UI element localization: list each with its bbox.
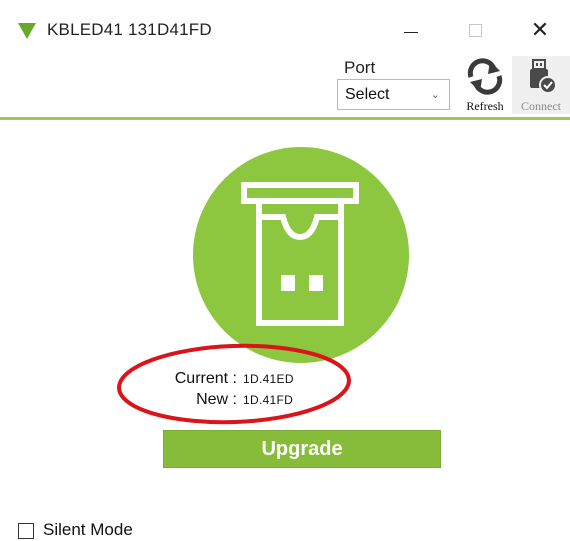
minimize-button[interactable]	[388, 12, 434, 48]
close-button[interactable]: ✕	[517, 12, 563, 48]
title-bar[interactable]: KBLED41 131D41FD ✕	[0, 0, 570, 60]
app-logo-icon	[18, 23, 36, 39]
connect-button[interactable]: Connect	[512, 56, 570, 114]
usb-device-icon	[193, 147, 409, 363]
chevron-down-icon: ⌄	[430, 89, 440, 101]
maximize-icon	[468, 23, 482, 37]
refresh-label: Refresh	[466, 99, 504, 113]
upgrade-button[interactable]: Upgrade	[163, 430, 441, 468]
highlight-ellipse	[117, 343, 351, 425]
window-title: KBLED41 131D41FD	[47, 20, 212, 39]
silent-mode-checkbox[interactable]	[18, 523, 34, 539]
silent-mode-label[interactable]: Silent Mode	[43, 520, 133, 540]
divider	[0, 117, 570, 120]
port-select[interactable]: Select ⌄	[337, 79, 450, 110]
refresh-button[interactable]: Refresh	[459, 56, 511, 114]
connect-label: Connect	[521, 99, 561, 113]
port-label: Port	[344, 58, 376, 77]
refresh-icon	[467, 58, 503, 95]
updater-window: KBLED41 131D41FD ✕ Port Select ⌄ Refresh…	[0, 0, 570, 541]
usb-connect-icon	[530, 59, 557, 94]
port-select-value: Select	[345, 86, 390, 103]
maximize-button	[452, 12, 498, 48]
minimize-icon	[404, 31, 418, 33]
